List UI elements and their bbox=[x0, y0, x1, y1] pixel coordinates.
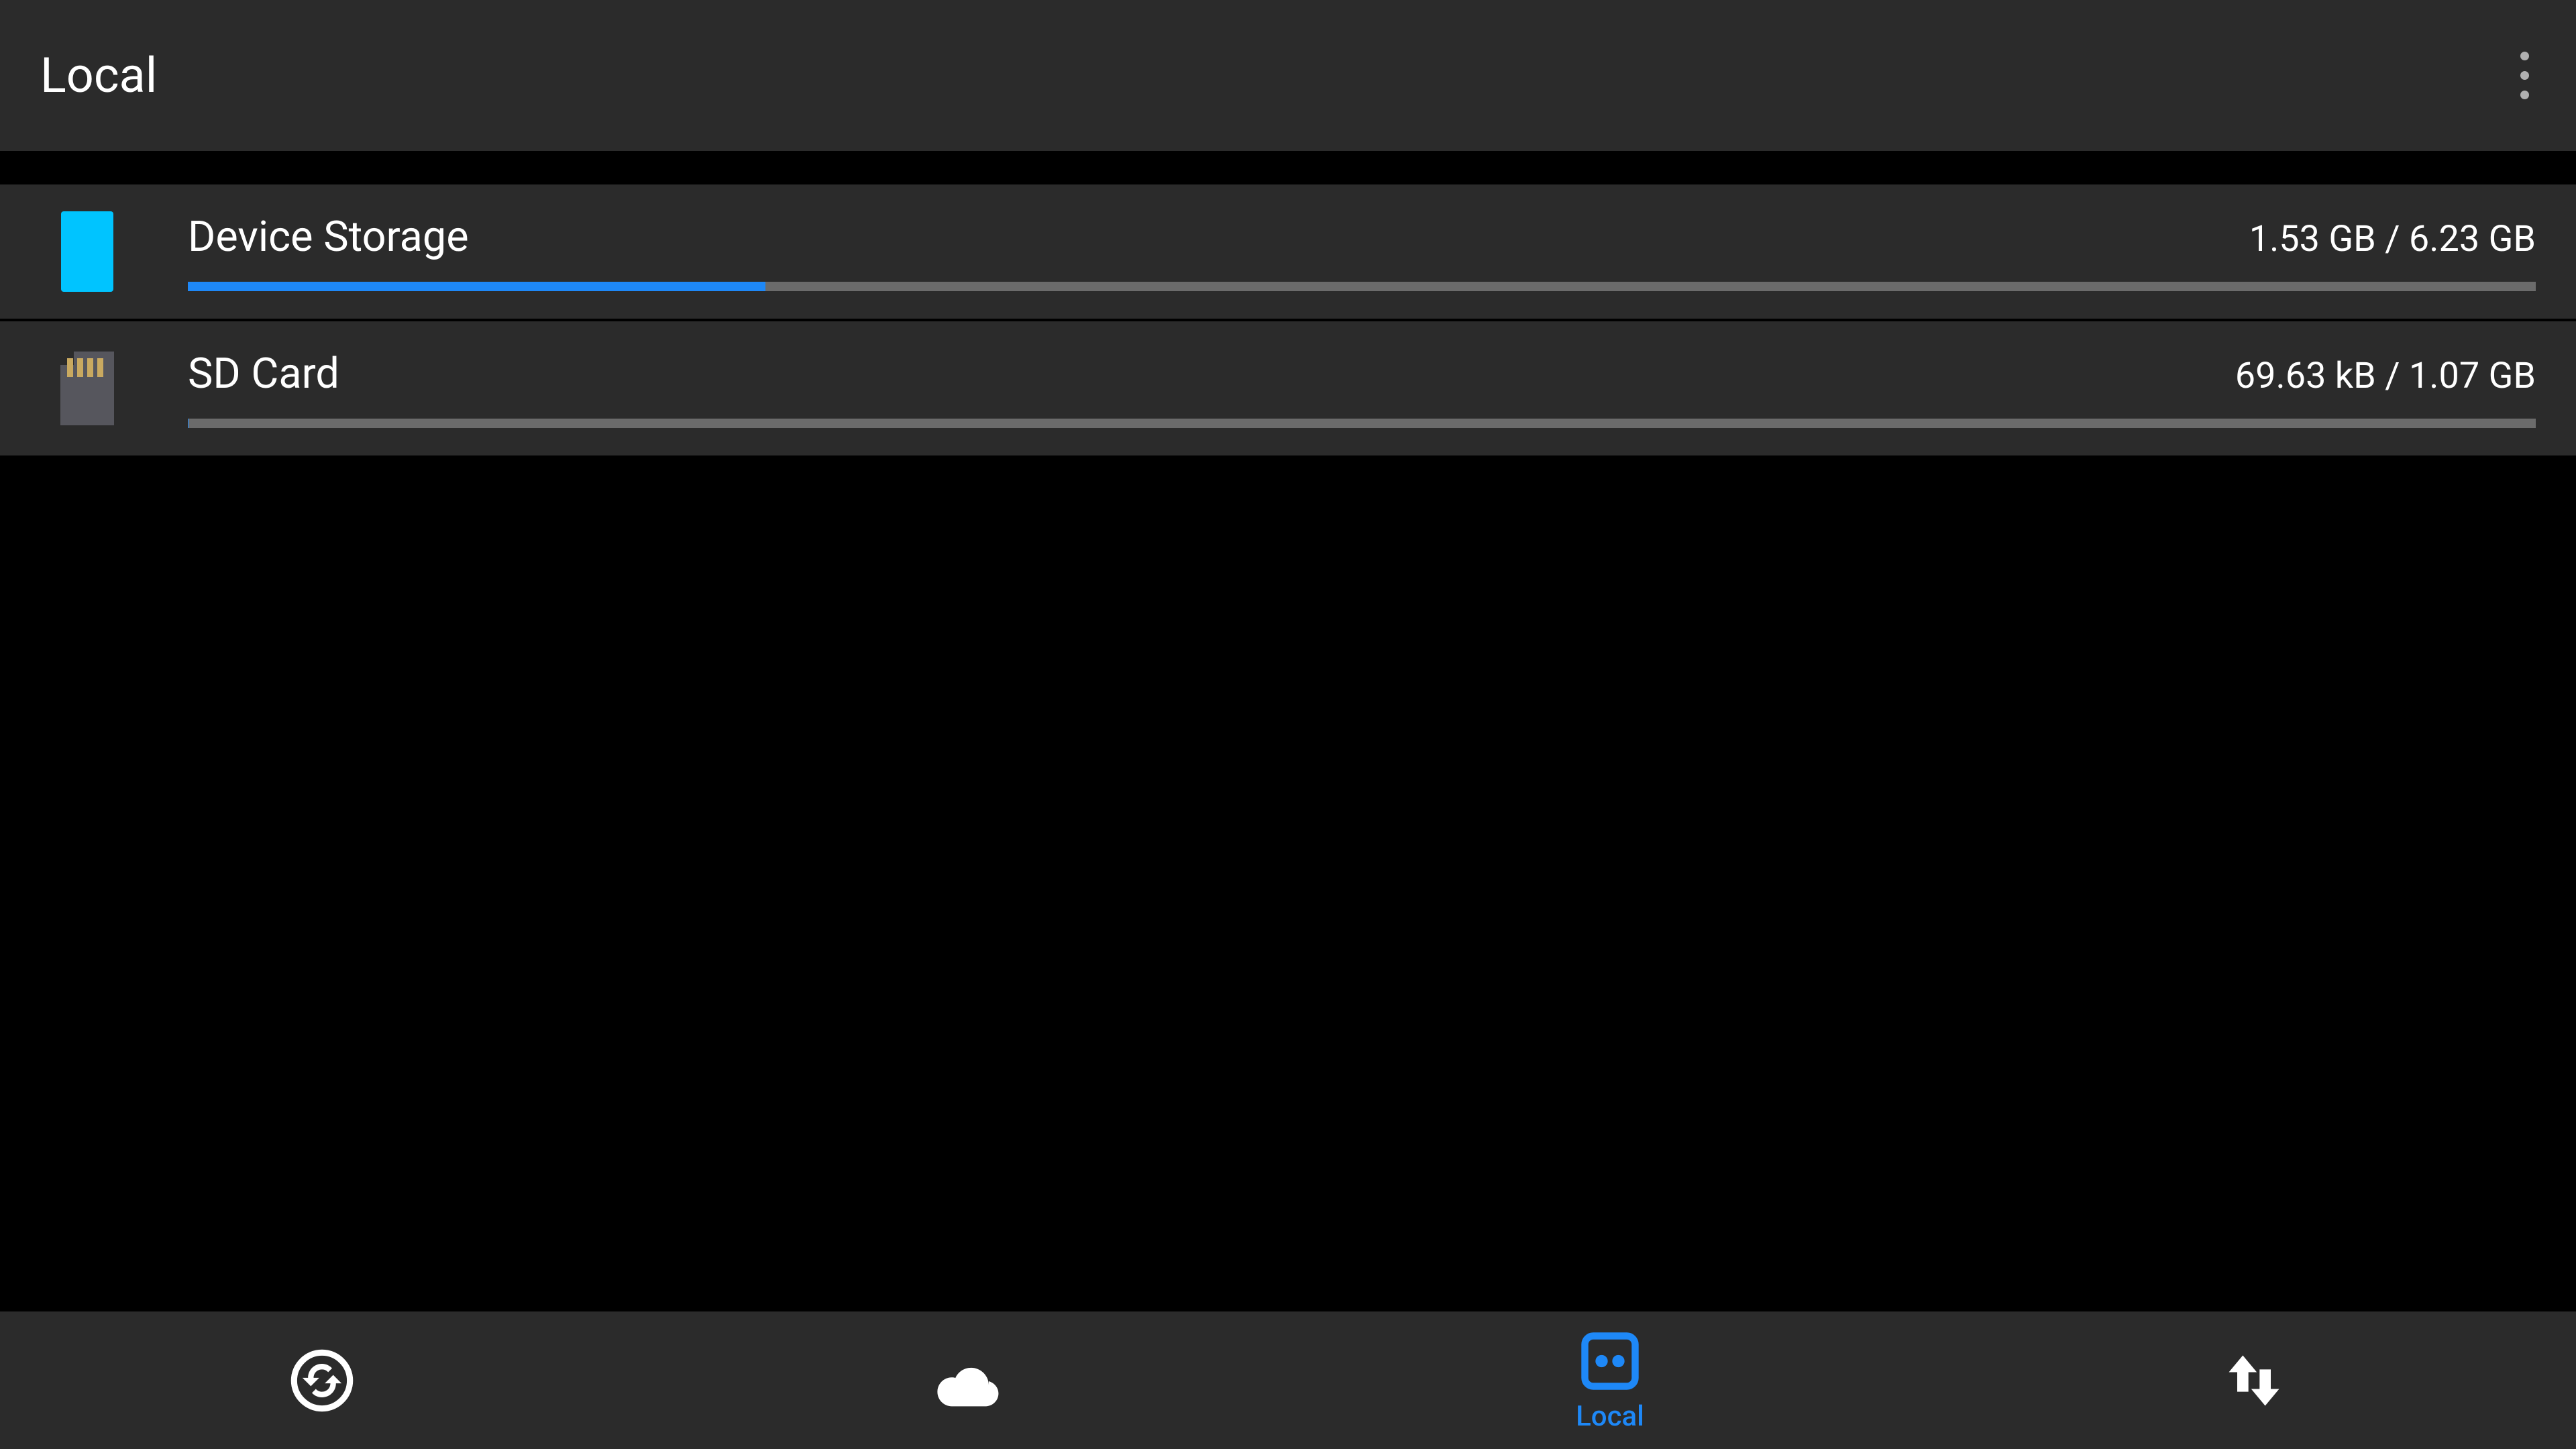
transfer-icon bbox=[2220, 1347, 2288, 1414]
device-storage-icon bbox=[54, 211, 121, 292]
storage-item-device[interactable]: Device Storage 1.53 GB / 6.23 GB bbox=[0, 184, 2576, 319]
storage-size: 1.53 GB / 6.23 GB bbox=[2249, 218, 2536, 260]
storage-size: 69.63 kB / 1.07 GB bbox=[2235, 355, 2536, 397]
storage-progress bbox=[188, 282, 2536, 291]
overflow-menu-icon[interactable] bbox=[2520, 52, 2536, 99]
nav-item-transfer[interactable] bbox=[1932, 1311, 2576, 1449]
storage-name: SD Card bbox=[188, 350, 339, 398]
nav-item-sync[interactable] bbox=[0, 1311, 644, 1449]
storage-name: Device Storage bbox=[188, 213, 469, 262]
nav-item-local[interactable]: Local bbox=[1288, 1311, 1932, 1449]
nav-label: Local bbox=[1576, 1400, 1644, 1433]
storage-progress bbox=[188, 419, 2536, 428]
storage-list: Device Storage 1.53 GB / 6.23 GB SD Card bbox=[0, 151, 2576, 1311]
app-header: Local bbox=[0, 0, 2576, 151]
storage-item-sdcard[interactable]: SD Card 69.63 kB / 1.07 GB bbox=[0, 321, 2576, 455]
cloud-icon bbox=[928, 1347, 1005, 1414]
page-title: Local bbox=[40, 47, 157, 104]
local-storage-icon bbox=[1576, 1328, 1644, 1395]
bottom-nav: Local bbox=[0, 1311, 2576, 1449]
storage-progress-fill bbox=[188, 282, 765, 291]
sd-card-icon bbox=[54, 348, 121, 429]
sync-icon bbox=[288, 1347, 356, 1414]
nav-item-cloud[interactable] bbox=[644, 1311, 1288, 1449]
